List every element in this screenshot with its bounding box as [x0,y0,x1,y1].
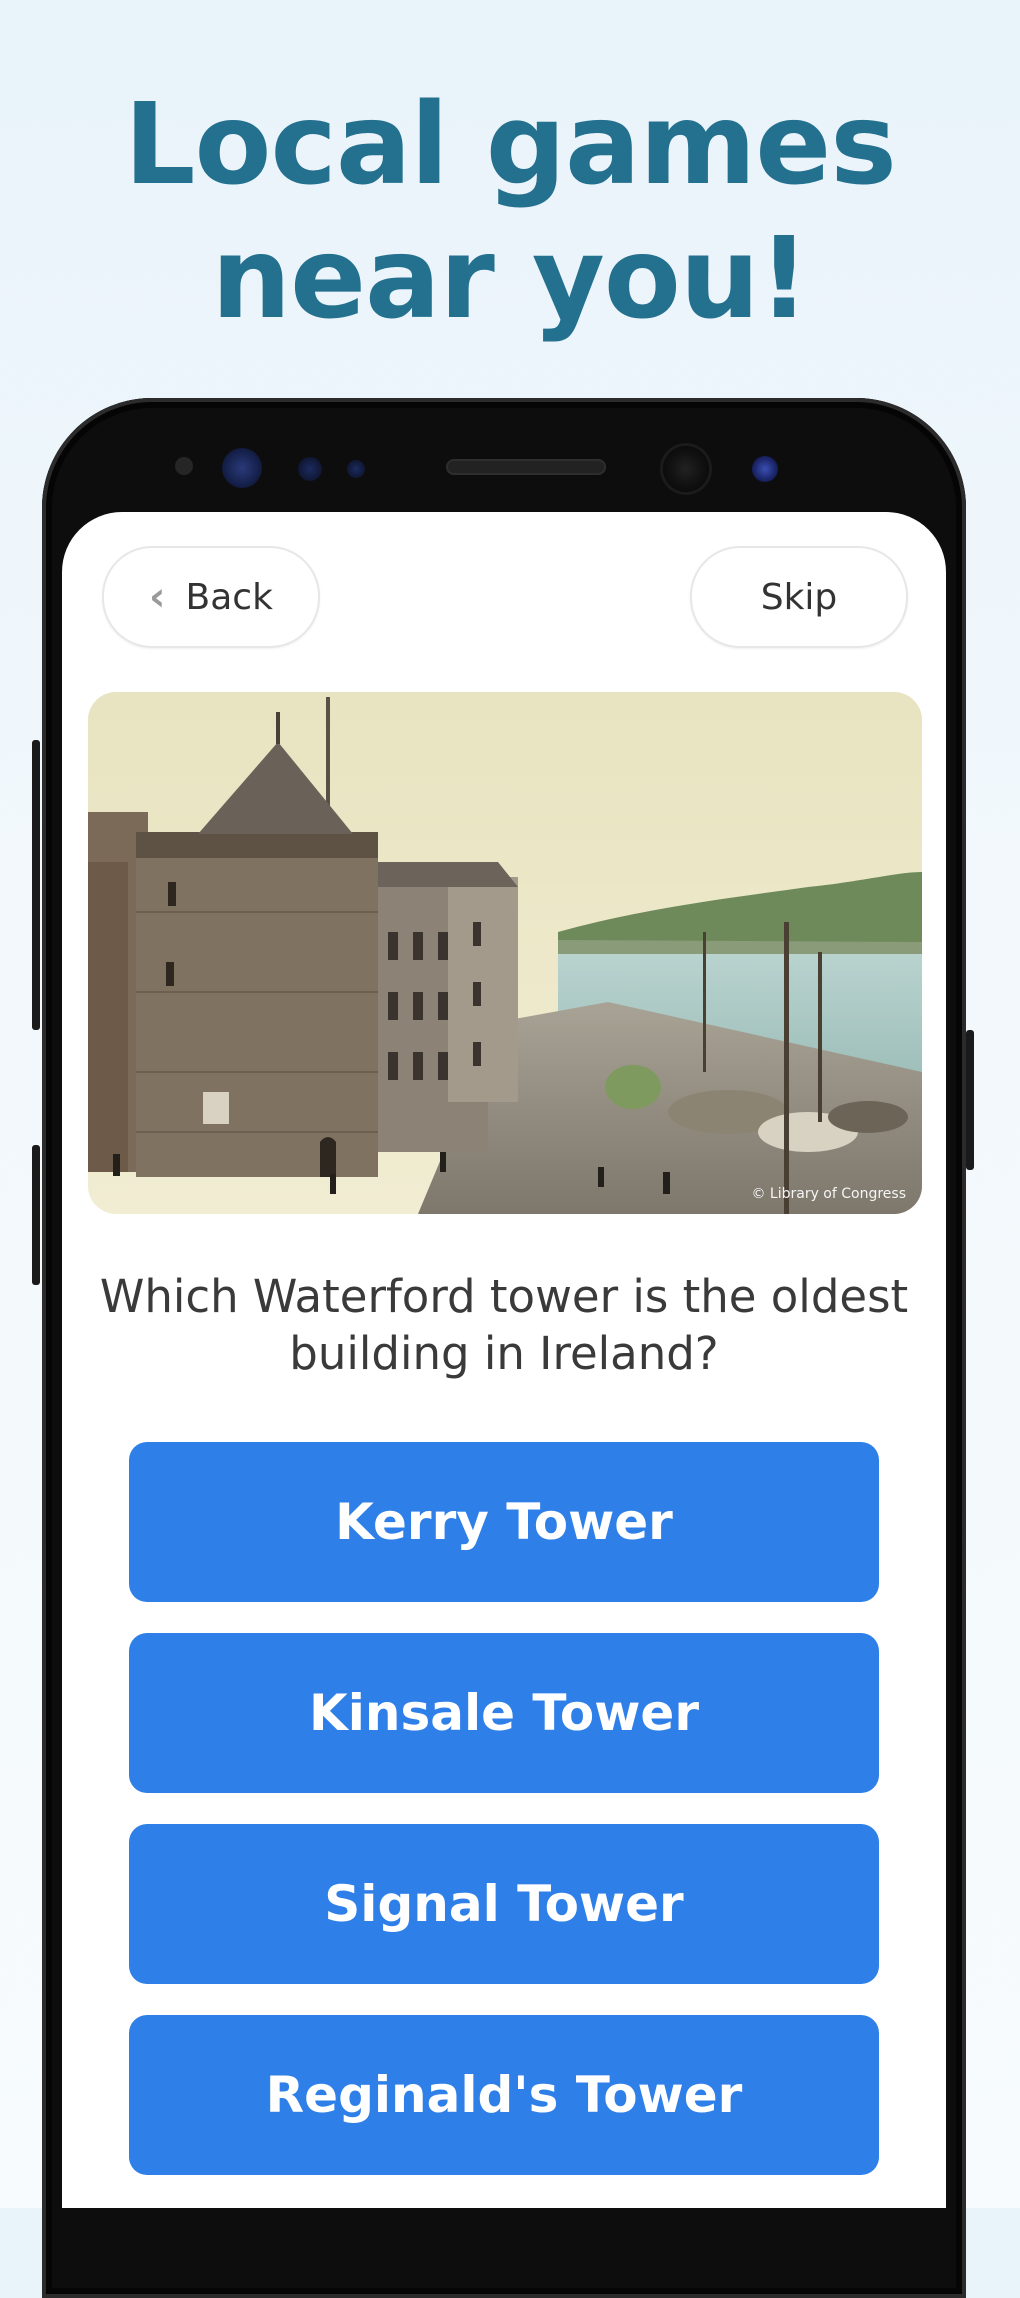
answer-button[interactable]: Signal Tower [129,1824,879,1984]
answer-button[interactable]: Kerry Tower [129,1442,879,1602]
promo-headline: Local games near you! [0,78,1020,346]
back-label: Back [185,576,273,618]
sensor-icon [175,457,193,475]
phone-side-button [966,1030,974,1170]
front-camera-icon [663,446,709,492]
question-text: Which Waterford tower is the oldest buil… [99,1270,909,1380]
phone-side-button [32,1145,40,1285]
app-screen: ‹ Back Skip © Library of Congress Which … [62,512,946,2208]
headline-line-2: near you! [211,214,809,344]
iris-scanner-icon [222,448,262,488]
phone-speaker [446,459,606,475]
chevron-left-icon: ‹ [149,574,166,620]
answer-button[interactable]: Kinsale Tower [129,1633,879,1793]
phone-side-button [32,740,40,1030]
skip-button[interactable]: Skip [690,546,908,648]
waterford-tower-photo: © Library of Congress [88,692,922,1214]
sensor-icon [347,460,365,478]
answer-button[interactable]: Reginald's Tower [129,2015,879,2175]
back-button[interactable]: ‹ Back [102,546,320,648]
photo-credit: © Library of Congress [751,1186,906,1202]
sensor-icon [298,457,322,481]
sensor-icon [752,456,778,482]
headline-line-1: Local games [124,80,897,210]
skip-label: Skip [760,576,838,618]
question-photo: © Library of Congress [88,692,922,1214]
